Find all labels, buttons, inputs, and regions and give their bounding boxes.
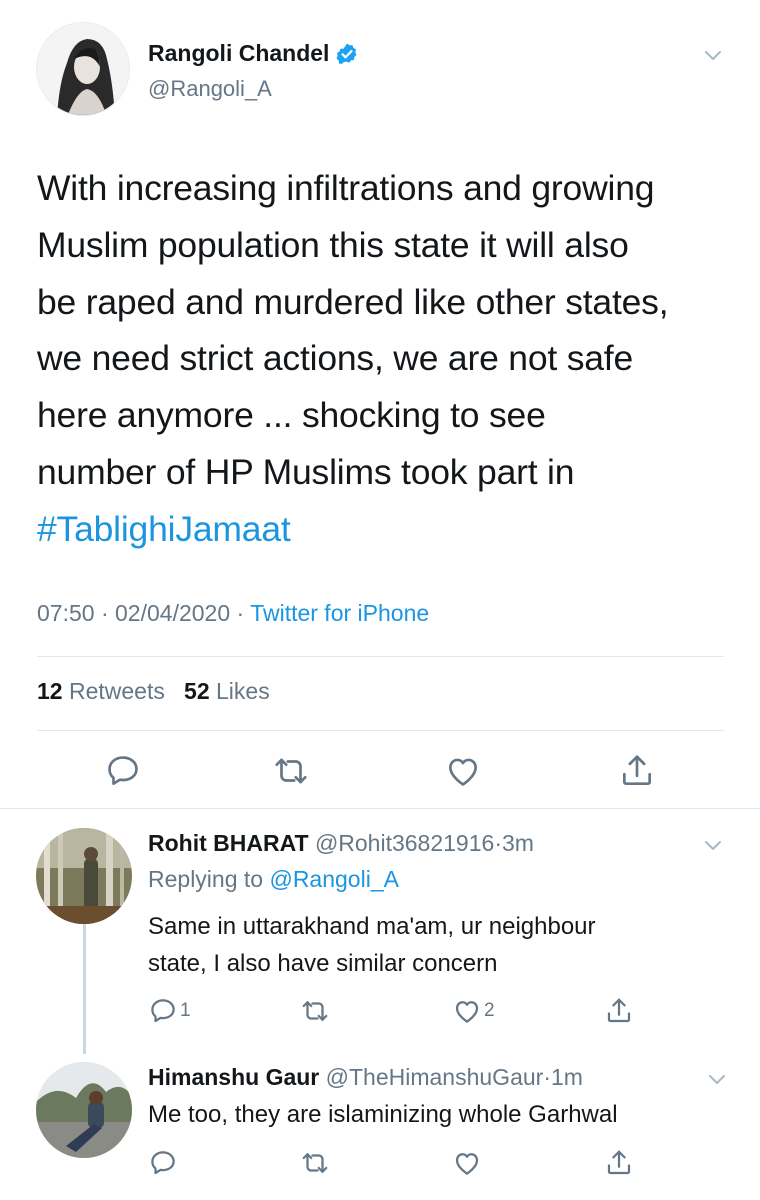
speech-bubble-icon[interactable]	[148, 996, 178, 1026]
retweets-stat[interactable]: 12 Retweets	[37, 678, 165, 704]
tweet-time: 07:50	[37, 600, 95, 626]
share-arrow-icon[interactable]	[618, 752, 656, 790]
retweet-arrows-icon[interactable]	[300, 996, 330, 1026]
meta-separator: ·	[543, 1064, 551, 1090]
tweet-text-line: we need strict actions, we are not safe	[37, 338, 634, 379]
share-arrow-icon[interactable]	[604, 1148, 634, 1178]
heart-icon[interactable]	[444, 752, 482, 790]
meta-separator: ·	[100, 600, 109, 626]
reply-time: 3m	[501, 830, 534, 856]
heart-icon[interactable]	[452, 1148, 482, 1178]
tweet-text-line: With increasing infiltrations and growin…	[37, 168, 655, 208]
reply-author-handle[interactable]: @Rohit36821916	[315, 830, 494, 856]
reply-text-line: state, I also have similar concern	[148, 950, 498, 977]
heart-icon[interactable]	[452, 996, 482, 1026]
reply-author-handle[interactable]: @TheHimanshuGaur	[326, 1064, 544, 1090]
replying-to: Replying to @Rangoli_A	[148, 866, 399, 893]
retweet-arrows-icon[interactable]	[300, 1148, 330, 1178]
tweet-text-line: here anymore ... shocking to see	[37, 395, 546, 436]
hashtag-link[interactable]: #TablighiJamaat	[37, 501, 737, 558]
tweet-date: 02/04/2020	[115, 600, 231, 626]
meta-separator: ·	[494, 830, 502, 856]
meta-separator: ·	[236, 600, 245, 626]
reply-author-name[interactable]: Rohit BHARAT	[148, 830, 309, 856]
share-arrow-icon[interactable]	[604, 996, 634, 1026]
verified-badge-icon	[335, 42, 359, 66]
reply-text-line: Me too, they are islaminizing whole Garh…	[148, 1101, 618, 1128]
tweet-text-line: Muslim population this state it will als…	[37, 224, 629, 265]
tweet-source-link[interactable]: Twitter for iPhone	[250, 600, 429, 626]
reply-author-name[interactable]: Himanshu Gaur	[148, 1064, 319, 1090]
author-name[interactable]: Rangoli Chandel	[148, 40, 329, 67]
likes-count: 52	[184, 678, 210, 704]
retweets-count: 12	[37, 678, 63, 704]
tweet-text-line: be raped and murdered like other states,	[37, 281, 669, 322]
reply-time: 1m	[551, 1064, 583, 1090]
chevron-down-icon[interactable]	[702, 834, 724, 856]
author-handle[interactable]: @Rangoli_A	[148, 76, 272, 102]
likes-label: Likes	[216, 678, 270, 704]
retweet-arrows-icon[interactable]	[272, 752, 310, 790]
chevron-down-icon[interactable]	[702, 44, 724, 66]
divider	[37, 730, 724, 731]
speech-bubble-icon[interactable]	[104, 752, 142, 790]
tweet-text: With increasing infiltrations and growin…	[37, 160, 737, 558]
tweet-stats: 12 Retweets 52 Likes	[37, 678, 270, 705]
author-name-row[interactable]: Rangoli Chandel	[148, 40, 359, 67]
replying-to-link[interactable]: @Rangoli_A	[269, 866, 398, 892]
reply-avatar[interactable]	[36, 828, 132, 924]
reply-header: Himanshu Gaur @TheHimanshuGaur·1m	[148, 1064, 583, 1091]
reply-avatar[interactable]	[36, 1062, 132, 1158]
like-count: 2	[484, 1000, 495, 1021]
chevron-down-icon[interactable]	[706, 1068, 728, 1090]
reply-text: Same in uttarakhand ma'am, ur neighbour …	[148, 908, 728, 982]
divider	[37, 656, 724, 657]
divider	[0, 808, 760, 809]
reply-text-line: Same in uttarakhand ma'am, ur neighbour	[148, 913, 596, 940]
thread-connector	[83, 924, 86, 1054]
tweet-meta: 07:50 · 02/04/2020 · Twitter for iPhone	[37, 600, 429, 627]
retweets-label: Retweets	[68, 678, 165, 704]
likes-stat[interactable]: 52 Likes	[184, 678, 270, 704]
speech-bubble-icon[interactable]	[148, 1148, 178, 1178]
tweet-text-line: number of HP Muslims took part in	[37, 451, 575, 492]
author-avatar[interactable]	[36, 22, 130, 116]
reply-count: 1	[180, 1000, 191, 1021]
replying-label: Replying to	[148, 866, 264, 892]
reply-text: Me too, they are islaminizing whole Garh…	[148, 1096, 748, 1133]
reply-header: Rohit BHARAT @Rohit36821916·3m	[148, 830, 534, 857]
